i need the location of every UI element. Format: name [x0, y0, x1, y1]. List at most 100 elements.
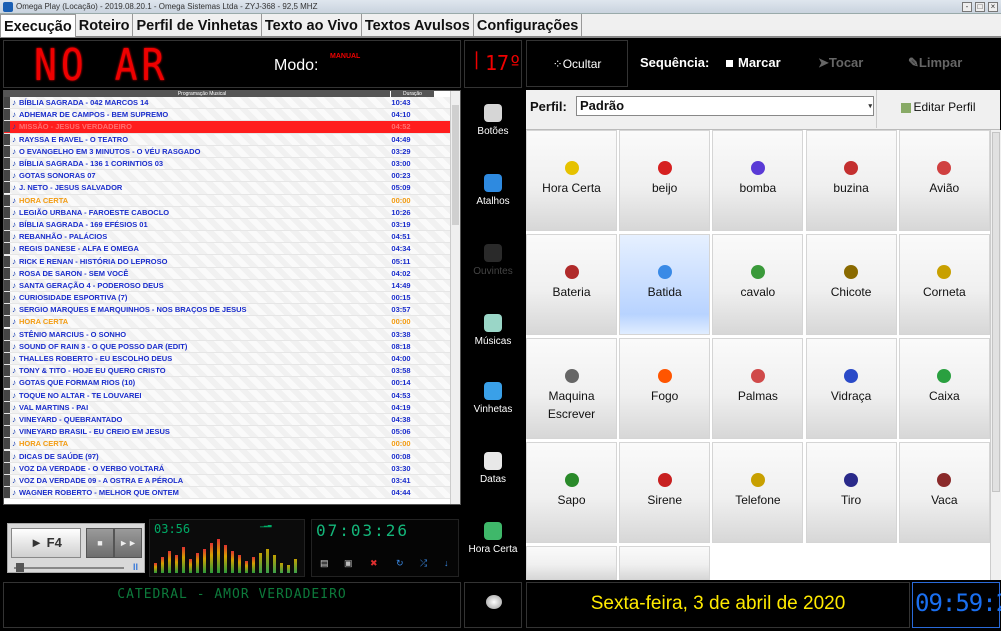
table-row[interactable]: ♪ BÍBLIA SAGRADA - 136 1 CORINTIOS 03 03:0…: [4, 157, 460, 171]
vinheta-tile[interactable]: bomba: [712, 130, 804, 231]
side-item-datas[interactable]: Datas: [464, 452, 522, 485]
limpar-button[interactable]: ✎Limpar: [908, 55, 962, 71]
tab-execucao[interactable]: Execução: [0, 14, 76, 37]
vinheta-tile[interactable]: Hora Certa: [526, 130, 617, 231]
row-marker[interactable]: [4, 462, 10, 474]
tab-roteiro[interactable]: Roteiro: [76, 14, 134, 36]
tab-configuracoes[interactable]: Configurações: [474, 14, 583, 36]
table-row[interactable]: ♪ VOZ DA VERDADE - O VERBO VOLTARÁ 03:30: [4, 462, 460, 475]
side-item-vinhetas[interactable]: Vinhetas: [464, 382, 522, 415]
repeat-icon[interactable]: ↻: [396, 558, 404, 569]
minimize-button[interactable]: -: [962, 2, 972, 12]
vinheta-tile[interactable]: Chicote: [805, 234, 897, 335]
vinheta-tile[interactable]: Sapo: [526, 442, 617, 543]
playlist-scroll-thumb[interactable]: [452, 105, 459, 225]
vinheta-tile[interactable]: Batida: [619, 234, 711, 335]
table-row[interactable]: ♪ O EVANGELHO EM 3 MINUTOS - O VÉU RASGAD…: [4, 145, 460, 158]
vinheta-tile[interactable]: Vaca: [898, 442, 990, 543]
seek-slider-knob[interactable]: [16, 563, 24, 572]
table-row[interactable]: ♪ WAGNER ROBERTO - MELHOR QUE ONTEM 04:44: [4, 487, 460, 500]
tab-perfil-vinhetas[interactable]: Perfil de Vinhetas: [133, 14, 262, 36]
row-marker[interactable]: [4, 377, 10, 389]
row-marker[interactable]: [4, 340, 10, 352]
table-row[interactable]: ♪ STÊNIO MARCIUS - O SONHO 03:38: [4, 328, 460, 341]
table-row[interactable]: ♪ CURIOSIDADE ESPORTIVA (7) 00:15: [4, 292, 460, 305]
side-item-atalhos[interactable]: Atalhos: [464, 174, 522, 207]
table-row[interactable]: ♪ REGIS DANESE - ALFA E OMEGA 04:34: [4, 243, 460, 256]
table-row[interactable]: ♪ RAYSSA E RAVEL - O TEATRO 04:49: [4, 133, 460, 146]
vinheta-tile[interactable]: Corneta: [898, 234, 990, 335]
row-marker[interactable]: [4, 365, 10, 377]
row-marker[interactable]: [4, 255, 10, 267]
table-row[interactable]: ♪ SOUND OF RAIN 3 - O QUE POSSO DAR (EDIT…: [4, 340, 460, 353]
side-item-botões[interactable]: Botões: [464, 104, 522, 137]
row-marker[interactable]: [4, 158, 10, 170]
arrow-icon[interactable]: ↓: [444, 558, 449, 568]
table-row[interactable]: ♪ HORA CERTA 00:00: [4, 194, 460, 207]
table-row[interactable]: ♪ TOQUE NO ALTAR - TE LOUVAREI 04:53: [4, 389, 460, 402]
chevron-down-icon[interactable]: ▾: [868, 98, 872, 116]
modo-value[interactable]: MANUAL: [330, 53, 360, 60]
row-marker[interactable]: [4, 206, 10, 218]
vinheta-tile[interactable]: Avião: [898, 130, 990, 231]
row-marker[interactable]: [4, 279, 10, 291]
row-marker[interactable]: [4, 316, 10, 328]
vinheta-tile[interactable]: Tiro: [805, 442, 897, 543]
ocultar-button[interactable]: ⁘Ocultar: [526, 40, 628, 87]
perfil-select[interactable]: Padrão ▾: [576, 96, 874, 116]
row-marker[interactable]: [4, 450, 10, 462]
table-row[interactable]: ♪ LEGIÃO URBANA - FAROESTE CABOCLO 10:26: [4, 206, 460, 219]
table-row[interactable]: ♪ VOZ DA VERDADE 09 - A OSTRA E A PÉROLA 0…: [4, 474, 460, 487]
row-marker[interactable]: [4, 194, 10, 206]
table-row[interactable]: ♪ THALLES ROBERTO - EU ESCOLHO DEUS 04:00: [4, 352, 460, 366]
play-f4-button[interactable]: ► F4: [11, 528, 81, 558]
row-marker[interactable]: [4, 474, 10, 486]
vinheta-tile[interactable]: Telefone: [712, 442, 804, 543]
folder-icon[interactable]: ▤: [320, 558, 329, 569]
row-marker[interactable]: [4, 401, 10, 413]
row-marker[interactable]: [4, 97, 10, 109]
vinheta-tile[interactable]: Caixa: [898, 338, 990, 439]
save-icon[interactable]: ▣: [344, 558, 353, 569]
row-marker[interactable]: [4, 328, 10, 340]
vinheta-tile[interactable]: buzina: [805, 130, 897, 231]
table-row[interactable]: ♪ HORA CERTA 00:00: [4, 316, 460, 329]
table-row[interactable]: ♪ SANTA GERAÇÃO 4 - PODEROSO DEUS 14:49: [4, 279, 460, 292]
pause-icon[interactable]: II: [133, 562, 138, 572]
table-row[interactable]: ♪ RICK E RENAN - HISTÓRIA DO LEPROSO 05:11: [4, 255, 460, 268]
shuffle-icon[interactable]: ⤮: [420, 558, 427, 569]
row-marker[interactable]: [4, 413, 10, 425]
row-marker[interactable]: [4, 267, 10, 279]
row-marker[interactable]: [4, 243, 10, 255]
row-marker[interactable]: [4, 304, 10, 316]
table-row[interactable]: ♪ ADHEMAR DE CAMPOS - BEM SUPREMO 04:10: [4, 109, 460, 122]
stop-button[interactable]: ■: [86, 528, 114, 558]
vinheta-tile[interactable]: Sirene: [619, 442, 711, 543]
table-row[interactable]: ♪ MISSÃO - JESUS VERDADEIRO 04:52: [4, 121, 460, 134]
playlist-scrollbar[interactable]: [450, 91, 460, 504]
grid-scrollbar[interactable]: [990, 130, 1001, 580]
table-row[interactable]: ♪ DICAS DE SAÚDE (97) 00:08: [4, 450, 460, 463]
row-marker[interactable]: [4, 121, 10, 133]
tocar-button[interactable]: ➤Tocar: [818, 55, 863, 71]
row-marker[interactable]: [4, 438, 10, 450]
table-row[interactable]: ♪ VINEYARD - QUEBRANTADO 04:38: [4, 413, 460, 427]
vinheta-tile[interactable]: beijo: [619, 130, 711, 231]
vinheta-tile[interactable]: Bateria: [526, 234, 617, 335]
row-marker[interactable]: [4, 170, 10, 182]
row-marker[interactable]: [4, 231, 10, 243]
seek-slider[interactable]: [14, 567, 124, 569]
table-row[interactable]: ♪ ROSA DE SARON - SEM VOCÊ 04:02: [4, 267, 460, 280]
table-row[interactable]: ♪ REBANHÃO - PALÁCIOS 04:51: [4, 231, 460, 244]
row-marker[interactable]: [4, 109, 10, 121]
side-item-ouvintes[interactable]: Ouvintes: [464, 244, 522, 277]
delete-icon[interactable]: ✖: [370, 558, 378, 569]
table-row[interactable]: ♪ BÍBLIA SAGRADA - 169 EFÉSIOS 01 03:19: [4, 218, 460, 232]
row-marker[interactable]: [4, 426, 10, 438]
row-marker[interactable]: [4, 487, 10, 499]
vinheta-tile[interactable]: Palmas: [712, 338, 804, 439]
row-marker[interactable]: [4, 389, 10, 401]
table-row[interactable]: ♪ BÍBLIA SAGRADA - 042 MARCOS 14 10:43: [4, 97, 460, 110]
table-row[interactable]: ♪ HORA CERTA 00:00: [4, 438, 460, 451]
table-row[interactable]: ♪ TONY & TITO - HOJE EU QUERO CRISTO 03:58: [4, 365, 460, 378]
